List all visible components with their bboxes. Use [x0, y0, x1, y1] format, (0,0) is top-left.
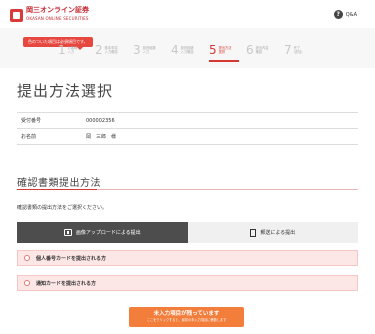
- step-5: 5 提出方法 選択: [209, 44, 239, 62]
- receipt-number-label: 受付番号: [21, 118, 42, 124]
- tab-label: 画像アップロードによる提出: [75, 230, 141, 236]
- submission-method-tabs: 画像アップロードによる提出 郵送による提出: [17, 222, 358, 243]
- step-4: 4 投資経験 入力確認: [171, 44, 201, 62]
- page-title: 提出方法選択: [17, 82, 114, 100]
- tab-mail[interactable]: 郵送による提出: [187, 222, 358, 243]
- step-label: 完了 (送信): [293, 46, 303, 54]
- document-icon: [250, 228, 257, 237]
- option-label: 個人番号カードを提出される方: [36, 255, 107, 262]
- step-1: 1 お客様 入力: [58, 44, 88, 62]
- step-label: 提出方法 選択: [218, 46, 232, 54]
- brand-logo-icon[interactable]: [10, 9, 23, 22]
- step-label: お客様 入力: [67, 46, 78, 54]
- step-3: 3 投資経験 入力: [133, 44, 163, 62]
- qa-label: Q&A: [345, 11, 357, 18]
- progress-steps: 色のついた項目は必須項目です。 1 お客様 入力 2 基本事項 入力確認 3 投…: [0, 28, 375, 68]
- step-2: 2 基本事項 入力確認: [95, 44, 125, 62]
- step-label: 基本事項 入力確認: [104, 46, 118, 54]
- table-row: お名前 岡 三郎 様: [17, 129, 358, 145]
- option-label: 通知カードを提出される方: [36, 280, 97, 287]
- instruction-text: 確認書類の提出方法をご選択ください。: [17, 205, 108, 211]
- step-number: 6: [246, 43, 254, 57]
- receipt-number-value: 000002356: [86, 117, 115, 124]
- section-title: 確認書類提出方法: [17, 178, 101, 189]
- step-number: 3: [133, 43, 141, 57]
- upload-icon: [63, 229, 72, 236]
- step-number: 7: [284, 43, 292, 57]
- brand-name[interactable]: 岡三オンライン証券: [26, 6, 89, 15]
- section-divider: [17, 189, 358, 190]
- cta-sub-label: ここをクリックすると、最初の未入力項目に移動します: [146, 318, 227, 322]
- step-number: 2: [95, 43, 103, 57]
- brand-subtitle: OKASAN ONLINE SECURITIES: [26, 16, 89, 21]
- tab-label: 郵送による提出: [260, 230, 296, 236]
- step-6: 6 提出内容 確認: [246, 44, 276, 62]
- option-notification-card[interactable]: 通知カードを提出される方: [17, 275, 358, 291]
- name-value: 岡 三郎 様: [86, 134, 117, 140]
- table-row: 受付番号 000002356: [17, 113, 358, 129]
- application-info-table: 受付番号 000002356 お名前 岡 三郎 様: [17, 112, 358, 145]
- site-header: 岡三オンライン証券 OKASAN ONLINE SECURITIES ? Q&A: [0, 0, 375, 28]
- radio-button[interactable]: [24, 255, 30, 261]
- question-circle-icon: ?: [333, 10, 343, 19]
- qa-link[interactable]: ? Q&A: [333, 10, 357, 19]
- step-number: 5: [209, 43, 217, 57]
- option-my-number-card[interactable]: 個人番号カードを提出される方: [17, 250, 358, 266]
- tab-image-upload[interactable]: 画像アップロードによる提出: [17, 222, 188, 243]
- step-label: 投資経験 入力確認: [180, 46, 194, 54]
- name-label: お名前: [21, 134, 37, 140]
- cta-main-label: 未入力項目が残っています: [153, 311, 220, 317]
- step-number: 4: [171, 43, 179, 57]
- step-number: 1: [58, 43, 66, 57]
- incomplete-fields-button[interactable]: 未入力項目が残っています ここをクリックすると、最初の未入力項目に移動します: [129, 307, 244, 327]
- step-7: 7 完了 (送信): [284, 44, 314, 62]
- step-label: 投資経験 入力: [142, 46, 156, 54]
- step-label: 提出内容 確認: [255, 46, 269, 54]
- radio-button[interactable]: [24, 280, 30, 286]
